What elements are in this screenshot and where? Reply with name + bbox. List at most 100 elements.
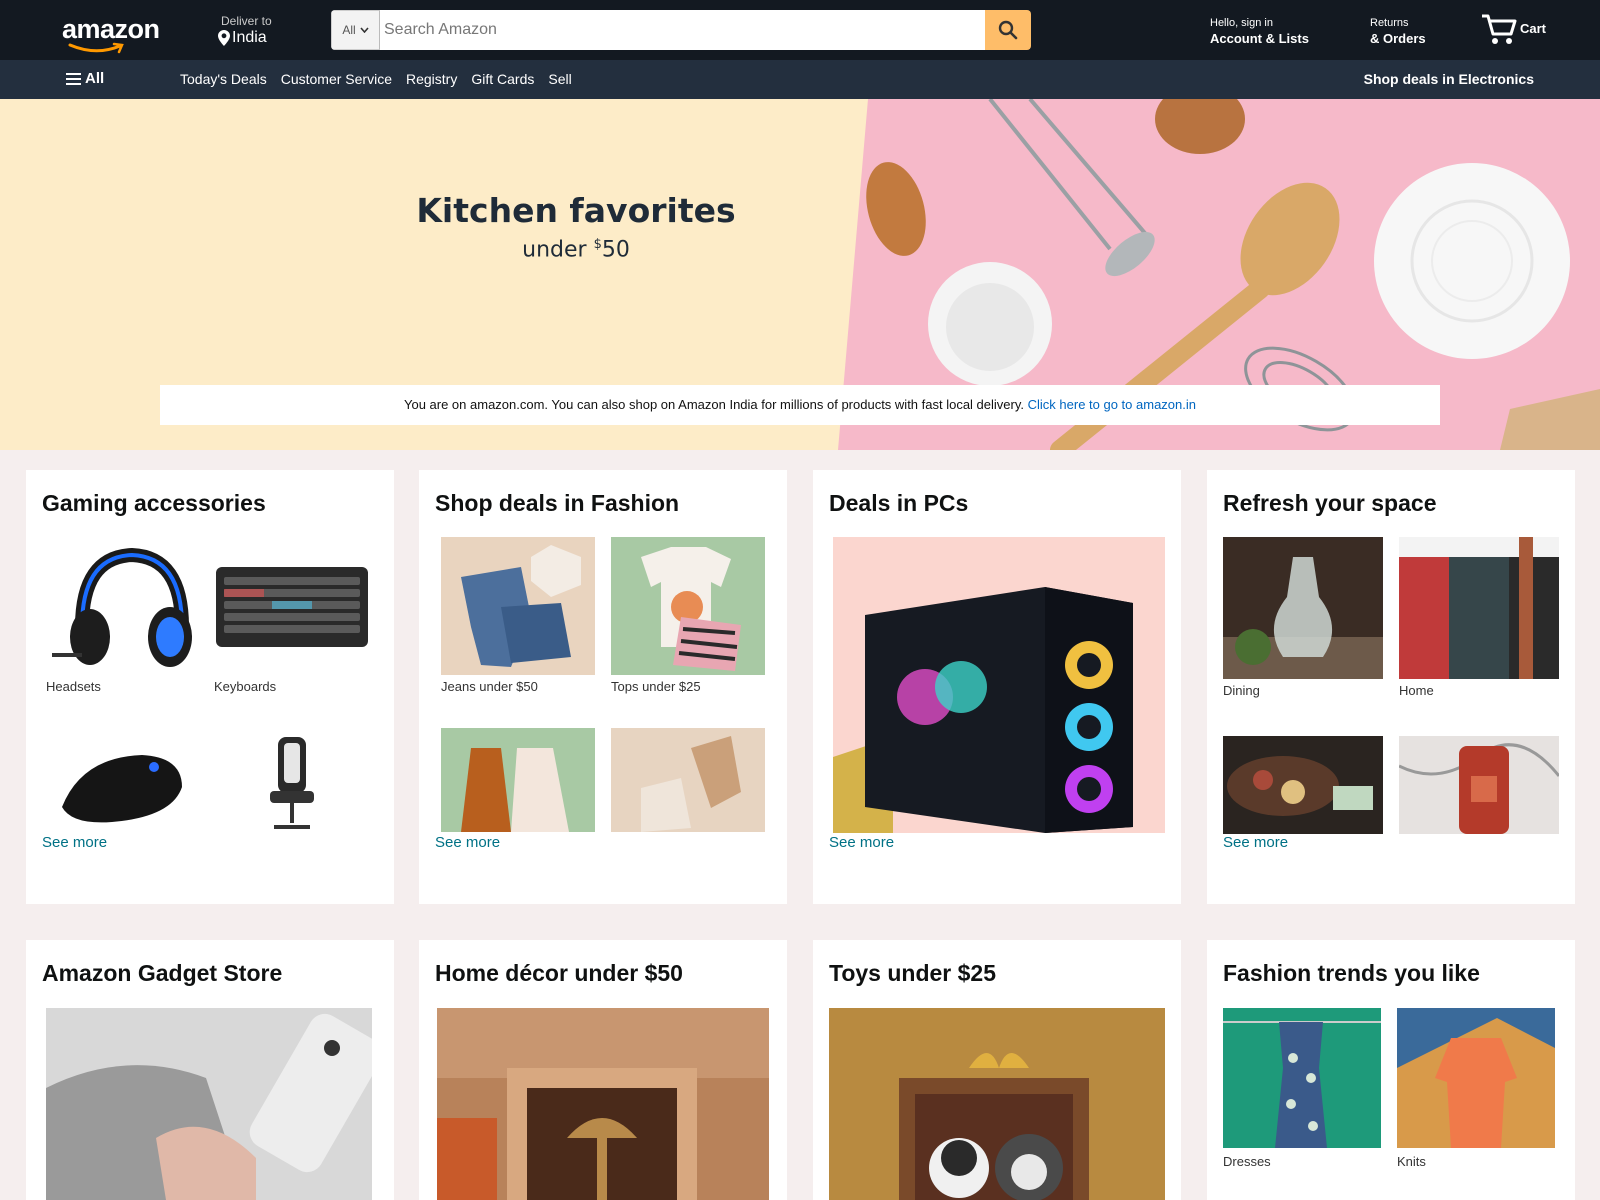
amazon-logo[interactable]: amazon [62, 14, 160, 54]
card-title: Refresh your space [1223, 490, 1437, 516]
dress-image [1223, 1008, 1381, 1148]
card-gaming-accessories: Gaming accessories Headsets Keyboards Se… [26, 470, 394, 904]
card-home-decor: Home décor under $50 [419, 940, 787, 1200]
quad-item-shoes[interactable] [611, 728, 767, 832]
deliver-location: India [232, 29, 267, 46]
location-pin-icon [218, 30, 230, 46]
chevron-down-icon [360, 27, 369, 33]
quad-item-dresses[interactable]: Dresses [1223, 1008, 1383, 1178]
secondary-navigation-bar: All Today's Deals Customer Service Regis… [0, 60, 1600, 99]
nav-link-registry[interactable]: Registry [406, 71, 457, 87]
nav-link-sell[interactable]: Sell [548, 71, 571, 87]
returns-orders-link[interactable]: Returns & Orders [1370, 17, 1426, 46]
see-more-link[interactable]: See more [42, 834, 107, 851]
card-fashion-deals: Shop deals in Fashion Jeans under $50 To… [419, 470, 787, 904]
quad-item-bath[interactable] [1399, 736, 1559, 834]
deliver-label: Deliver to [221, 14, 272, 28]
top-navigation-bar: amazon Deliver to India All Hello, sig [0, 0, 1600, 60]
card-refresh-your-space: Refresh your space Dining Home See more [1207, 470, 1575, 904]
quad-label: Home [1399, 683, 1434, 698]
gaming-pc-image[interactable] [833, 537, 1165, 833]
search-icon [998, 20, 1018, 40]
see-more-link[interactable]: See more [829, 834, 894, 851]
quad-item-dining[interactable]: Dining [1223, 537, 1383, 701]
nav-link-gift-cards[interactable]: Gift Cards [471, 71, 534, 87]
quad-item-dresses[interactable] [441, 728, 597, 832]
deliver-to-location[interactable]: Deliver to India [218, 14, 272, 47]
hamburger-menu-icon [66, 72, 81, 85]
hero-banner[interactable]: Kitchen favorites under $50 You are on a… [0, 99, 1600, 450]
card-toys: Toys under $25 [813, 940, 1181, 1200]
card-title: Shop deals in Fashion [435, 490, 680, 516]
dining-image [1223, 537, 1383, 679]
locale-notice-link[interactable]: Click here to go to amazon.in [1028, 397, 1196, 412]
card-title: Fashion trends you like [1223, 960, 1480, 986]
see-more-link[interactable]: See more [435, 834, 500, 851]
locale-notice-text: You are on amazon.com. You can also shop… [403, 397, 1028, 412]
hero-subtitle-prefix: under [522, 237, 594, 263]
quad-item-home[interactable]: Home [1399, 537, 1559, 701]
cart-label: Cart [1520, 21, 1547, 36]
quad-label: Knits [1397, 1154, 1426, 1169]
hero-subtitle-currency: $ [593, 237, 602, 252]
quad-item-knits[interactable]: Knits [1397, 1008, 1557, 1178]
quad-label: Tops under $25 [611, 679, 701, 694]
quad-item-keyboards[interactable]: Keyboards [212, 537, 372, 697]
tops-image [611, 537, 765, 675]
search-input[interactable] [380, 10, 985, 50]
card-gadget-store: Amazon Gadget Store [26, 940, 394, 1200]
boots-image [611, 728, 765, 832]
see-more-link[interactable]: See more [1223, 834, 1288, 851]
bath-bottle-image [1399, 736, 1559, 834]
cart-icon [1482, 14, 1517, 44]
account-greeting: Hello, sign in [1210, 17, 1273, 29]
gaming-chair-image [212, 727, 372, 832]
all-menu-button[interactable]: All [66, 70, 104, 87]
hero-title: Kitchen favorites [416, 191, 736, 230]
home-storage-image [1399, 537, 1559, 679]
gaming-mouse-image [42, 727, 202, 832]
locale-notice-bar: You are on amazon.com. You can also shop… [160, 385, 1440, 425]
card-fashion-trends: Fashion trends you like Dresses Knits [1207, 940, 1575, 1200]
quad-label: Dresses [1223, 1154, 1271, 1169]
toys-gift-image[interactable] [829, 1008, 1165, 1200]
kitchen-board-image [1223, 736, 1383, 834]
headset-image [42, 537, 202, 677]
logo-text: amazon [62, 14, 160, 44]
quad-item-kitchen[interactable] [1223, 736, 1383, 834]
quad-item-jeans[interactable]: Jeans under $50 [441, 537, 597, 697]
quad-item-mouse[interactable] [42, 727, 202, 832]
quad-label: Dining [1223, 683, 1260, 698]
logo-smile-icon [68, 42, 124, 54]
quad-item-headsets[interactable]: Headsets [42, 537, 202, 697]
quad-item-tops[interactable]: Tops under $25 [611, 537, 767, 697]
home-decor-image[interactable] [437, 1008, 769, 1200]
card-title: Deals in PCs [829, 490, 969, 516]
hero-subtitle-amount: 50 [601, 237, 630, 263]
cart-button[interactable]: Cart [1480, 12, 1546, 46]
quad-item-chair[interactable] [212, 727, 372, 832]
dresses-image [441, 728, 595, 832]
jeans-image [441, 537, 595, 675]
account-lists-menu[interactable]: Hello, sign in Account & Lists [1210, 17, 1309, 46]
card-title: Gaming accessories [42, 490, 266, 516]
nav-promo-electronics[interactable]: Shop deals in Electronics [1364, 71, 1534, 87]
quad-label: Keyboards [214, 679, 277, 694]
nav-link-customer-service[interactable]: Customer Service [281, 71, 392, 87]
card-pc-deals: Deals in PCs See more [813, 470, 1181, 904]
quad-label: Headsets [46, 679, 101, 694]
account-label: Account & Lists [1210, 31, 1309, 46]
quad-label: Jeans under $50 [441, 679, 538, 694]
returns-label: Returns [1370, 17, 1409, 29]
search-button[interactable] [985, 10, 1031, 50]
search-category-value: All [342, 23, 356, 37]
hero-subtitle: under $50 [330, 237, 822, 262]
nav-link-todays-deals[interactable]: Today's Deals [180, 71, 267, 87]
card-title: Home décor under $50 [435, 960, 683, 986]
search-category-dropdown[interactable]: All [331, 10, 380, 50]
card-title: Toys under $25 [829, 960, 997, 986]
knit-top-image [1397, 1008, 1555, 1148]
all-menu-label: All [85, 70, 105, 87]
keyboard-image [212, 537, 372, 677]
phone-in-hand-image[interactable] [46, 1008, 372, 1200]
